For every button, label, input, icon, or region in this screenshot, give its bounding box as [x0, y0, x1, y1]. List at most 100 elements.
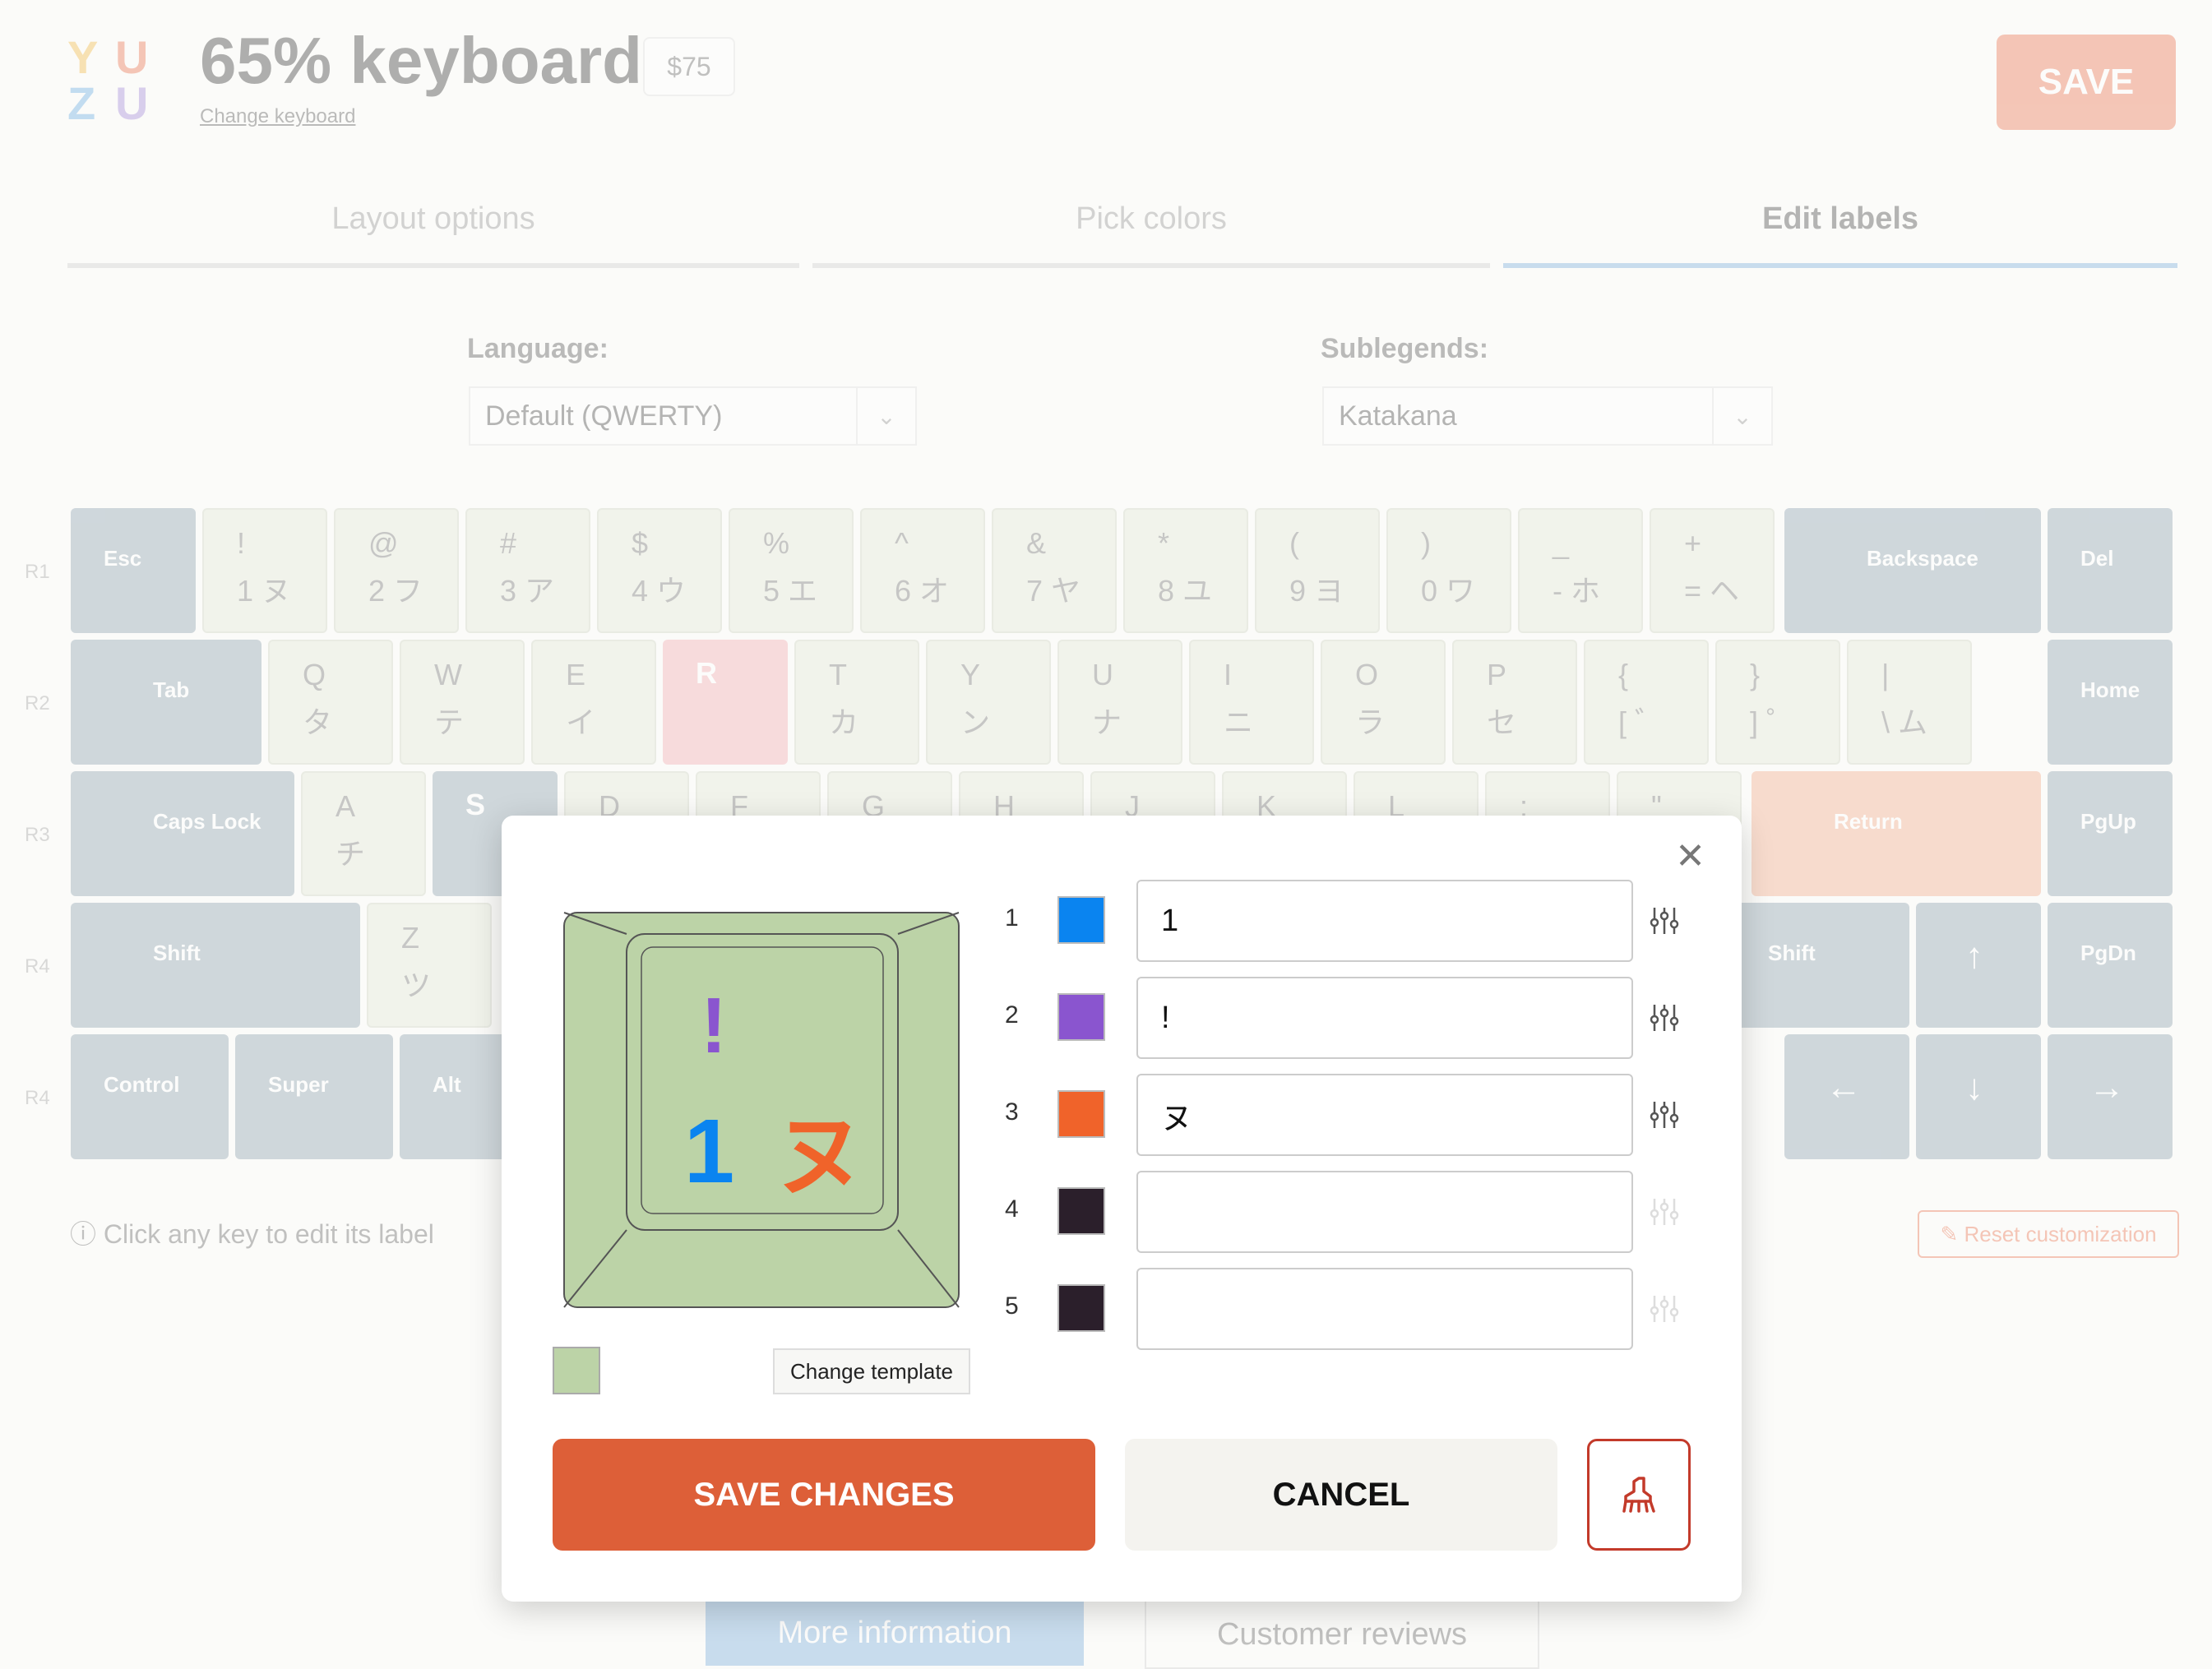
label-color-swatch[interactable]	[1057, 896, 1105, 944]
sliders-icon[interactable]	[1648, 1195, 1681, 1228]
key[interactable]: Aチ	[301, 771, 426, 896]
key-sublegend: = ヘ	[1684, 574, 1740, 608]
key-legend: $	[632, 526, 649, 560]
reset-label: Reset customization	[1964, 1221, 2157, 1246]
label-color-swatch[interactable]	[1057, 1090, 1105, 1138]
key-sublegend: 8 ユ	[1158, 574, 1213, 608]
key[interactable]: }] ゜	[1715, 640, 1840, 765]
key-legend: _	[1553, 526, 1570, 560]
key[interactable]: Yン	[926, 640, 1051, 765]
label-input[interactable]	[1136, 1268, 1633, 1350]
key-label: Caps Lock	[153, 809, 261, 834]
key-esc[interactable]: Esc	[71, 508, 196, 633]
key-pgdn[interactable]: PgDn	[2048, 903, 2173, 1028]
key-legend: &	[1026, 526, 1047, 560]
key-return[interactable]: Return	[1752, 771, 2041, 896]
key[interactable]: ^ 6 オ	[860, 508, 985, 633]
key-control[interactable]: Control	[71, 1034, 229, 1159]
key-sublegend: イ	[566, 705, 596, 739]
key[interactable]: | \ ム	[1847, 640, 1972, 765]
label-input[interactable]: 1	[1136, 880, 1633, 962]
save-changes-button[interactable]: SAVE CHANGES	[553, 1439, 1095, 1551]
key[interactable]: @2 フ	[334, 508, 459, 633]
key-home[interactable]: Home	[2048, 640, 2173, 765]
chevron-down-icon: ⌄	[1712, 388, 1771, 444]
sublegends-select[interactable]: Katakana ⌄	[1322, 386, 1773, 446]
key[interactable]: + = ヘ	[1650, 508, 1775, 633]
key[interactable]: ! 1 ヌ	[202, 508, 327, 633]
key[interactable]: {[ ゛	[1584, 640, 1709, 765]
key-sublegend: 4 ウ	[632, 574, 687, 608]
sliders-icon[interactable]	[1648, 1292, 1681, 1325]
key[interactable]: Qタ	[268, 640, 393, 765]
key-legend: E	[566, 658, 586, 691]
key[interactable]: Wテ	[400, 640, 525, 765]
label-input[interactable]	[1136, 1171, 1633, 1253]
sliders-icon[interactable]	[1648, 904, 1681, 937]
key[interactable]: Iニ	[1189, 640, 1314, 765]
change-template-button[interactable]: Change template	[773, 1348, 970, 1394]
key[interactable]: $4 ウ	[597, 508, 722, 633]
key-z[interactable]: Zツ	[367, 903, 492, 1028]
key[interactable]: & 7 ヤ	[992, 508, 1117, 633]
language-value: Default (QWERTY)	[485, 400, 723, 432]
key-sublegend: 9 ヨ	[1289, 574, 1344, 608]
key[interactable]: Eイ	[531, 640, 656, 765]
label-color-swatch[interactable]	[1057, 1284, 1105, 1332]
key-sublegend: 7 ヤ	[1026, 574, 1081, 608]
tab-layout-options[interactable]: Layout options	[67, 201, 799, 237]
clear-labels-button[interactable]	[1587, 1439, 1691, 1551]
label-color-swatch[interactable]	[1057, 993, 1105, 1041]
key[interactable]: % 5 エ	[729, 508, 854, 633]
key[interactable]: ) 0 ワ	[1386, 508, 1511, 633]
key[interactable]: Oラ	[1321, 640, 1446, 765]
tab-pick-colors[interactable]: Pick colors	[812, 201, 1490, 237]
label-color-swatch[interactable]	[1057, 1187, 1105, 1235]
key-arrow-left[interactable]: ←	[1784, 1034, 1909, 1159]
key-caps-lock[interactable]: Caps Lock	[71, 771, 294, 896]
key-arrow-right[interactable]: →	[2048, 1034, 2173, 1159]
reset-customization-button[interactable]: ✎ Reset customization	[1918, 1210, 2179, 1258]
cancel-button[interactable]: CANCEL	[1125, 1439, 1557, 1551]
key-backspace[interactable]: Backspace	[1784, 508, 2041, 633]
key-tab[interactable]: Tab	[71, 640, 261, 765]
key[interactable]: #3 ア	[465, 508, 590, 633]
yuzu-logo: Y U Z U	[67, 31, 158, 129]
label-input[interactable]: !	[1136, 977, 1633, 1059]
key-sublegend: チ	[336, 837, 366, 871]
key-sublegend: テ	[434, 705, 465, 739]
key[interactable]: Tカ	[794, 640, 919, 765]
logo-letter: Z	[67, 77, 96, 129]
key[interactable]: _ - ホ	[1518, 508, 1643, 633]
key-del[interactable]: Del	[2048, 508, 2173, 633]
tab-underline	[67, 263, 799, 268]
key[interactable]: * 8 ユ	[1123, 508, 1248, 633]
change-keyboard-link[interactable]: Change keyboard	[200, 105, 355, 128]
save-button[interactable]: SAVE	[1997, 35, 2176, 130]
key[interactable]: Uナ	[1057, 640, 1182, 765]
key[interactable]: R	[663, 640, 788, 765]
key[interactable]: (9 ヨ	[1255, 508, 1380, 633]
keycap-color-swatch[interactable]	[553, 1347, 600, 1394]
key-super[interactable]: Super	[235, 1034, 393, 1159]
key-label: PgUp	[2080, 809, 2136, 834]
language-select[interactable]: Default (QWERTY) ⌄	[469, 386, 917, 446]
key-sublegend: セ	[1487, 705, 1517, 739]
close-icon[interactable]: ✕	[1675, 839, 1705, 875]
label-input[interactable]: ヌ	[1136, 1074, 1633, 1156]
key-arrow-down[interactable]: ↓	[1916, 1034, 2041, 1159]
key-shift-right[interactable]: Shift	[1719, 903, 1909, 1028]
key-shift-left[interactable]: Shift	[71, 903, 360, 1028]
customer-reviews-button[interactable]: Customer reviews	[1145, 1600, 1539, 1669]
sliders-icon[interactable]	[1648, 1001, 1681, 1034]
key-pgup[interactable]: PgUp	[2048, 771, 2173, 896]
row-label: R1	[25, 561, 50, 583]
tab-edit-labels[interactable]: Edit labels	[1503, 201, 2177, 237]
logo-letter: U	[115, 31, 149, 83]
sliders-icon[interactable]	[1648, 1098, 1681, 1131]
key[interactable]: Pセ	[1452, 640, 1577, 765]
key-label: Backspace	[1867, 546, 1978, 571]
more-information-button[interactable]: More information	[706, 1600, 1084, 1666]
key-arrow-up[interactable]: ↑	[1916, 903, 2041, 1028]
key-sublegend: タ	[303, 705, 333, 739]
